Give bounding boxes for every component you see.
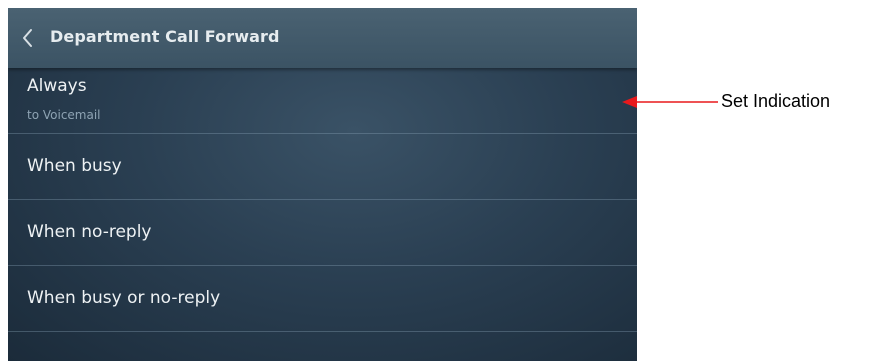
chevron-left-icon[interactable]: [20, 27, 36, 49]
list-item-when-no-reply[interactable]: When no-reply: [8, 200, 637, 266]
forward-options-list: Always to Voicemail When busy When no-re…: [8, 68, 637, 332]
set-indication-label: Set Indication: [721, 91, 831, 111]
header-bar: Department Call Forward: [8, 8, 637, 68]
list-item-label: When busy or no-reply: [27, 288, 221, 308]
page-title: Department Call Forward: [50, 27, 280, 46]
list-item-always[interactable]: Always to Voicemail: [8, 68, 637, 134]
list-item-when-busy[interactable]: When busy: [8, 134, 637, 200]
list-item-label: When no-reply: [27, 222, 152, 242]
list-item-label: When busy: [27, 156, 122, 176]
list-item-label: Always: [27, 76, 87, 96]
list-item-when-busy-or-no-reply[interactable]: When busy or no-reply: [8, 266, 637, 332]
list-item-sublabel: to Voicemail: [27, 108, 101, 122]
phone-screen: Department Call Forward Always to Voicem…: [8, 8, 637, 361]
